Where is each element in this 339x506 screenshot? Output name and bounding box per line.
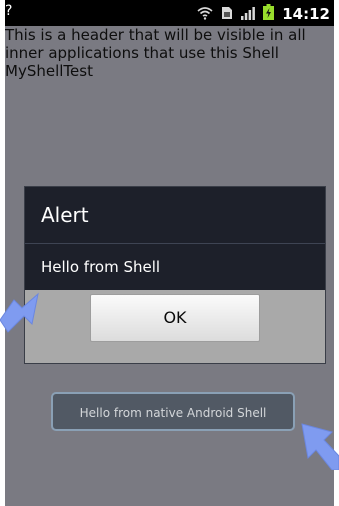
ok-button[interactable]: OK	[90, 294, 260, 342]
dialog-message: Hello from Shell	[41, 258, 161, 276]
native-android-shell-button[interactable]: Hello from native Android Shell	[51, 392, 295, 431]
alert-dialog: Alert Hello from Shell OK	[24, 186, 326, 364]
device-screen: ? 14:12 This is a header that will be vi…	[5, 0, 334, 506]
battery-charging-icon	[263, 4, 275, 24]
dialog-button-bar: OK	[25, 290, 325, 363]
signal-icon	[241, 5, 256, 24]
wifi-icon	[197, 5, 213, 24]
shell-header-text: This is a header that will be visible in…	[5, 26, 306, 80]
status-left-glyph: ?	[5, 3, 13, 19]
dialog-title: Alert	[25, 187, 325, 244]
status-icons: 14:12	[197, 4, 330, 24]
annotation-arrow-right	[301, 423, 339, 470]
annotation-arrow-left	[0, 292, 39, 333]
status-bar: ? 14:12	[5, 0, 334, 26]
status-clock: 14:12	[282, 5, 330, 23]
sim-icon	[221, 5, 233, 24]
